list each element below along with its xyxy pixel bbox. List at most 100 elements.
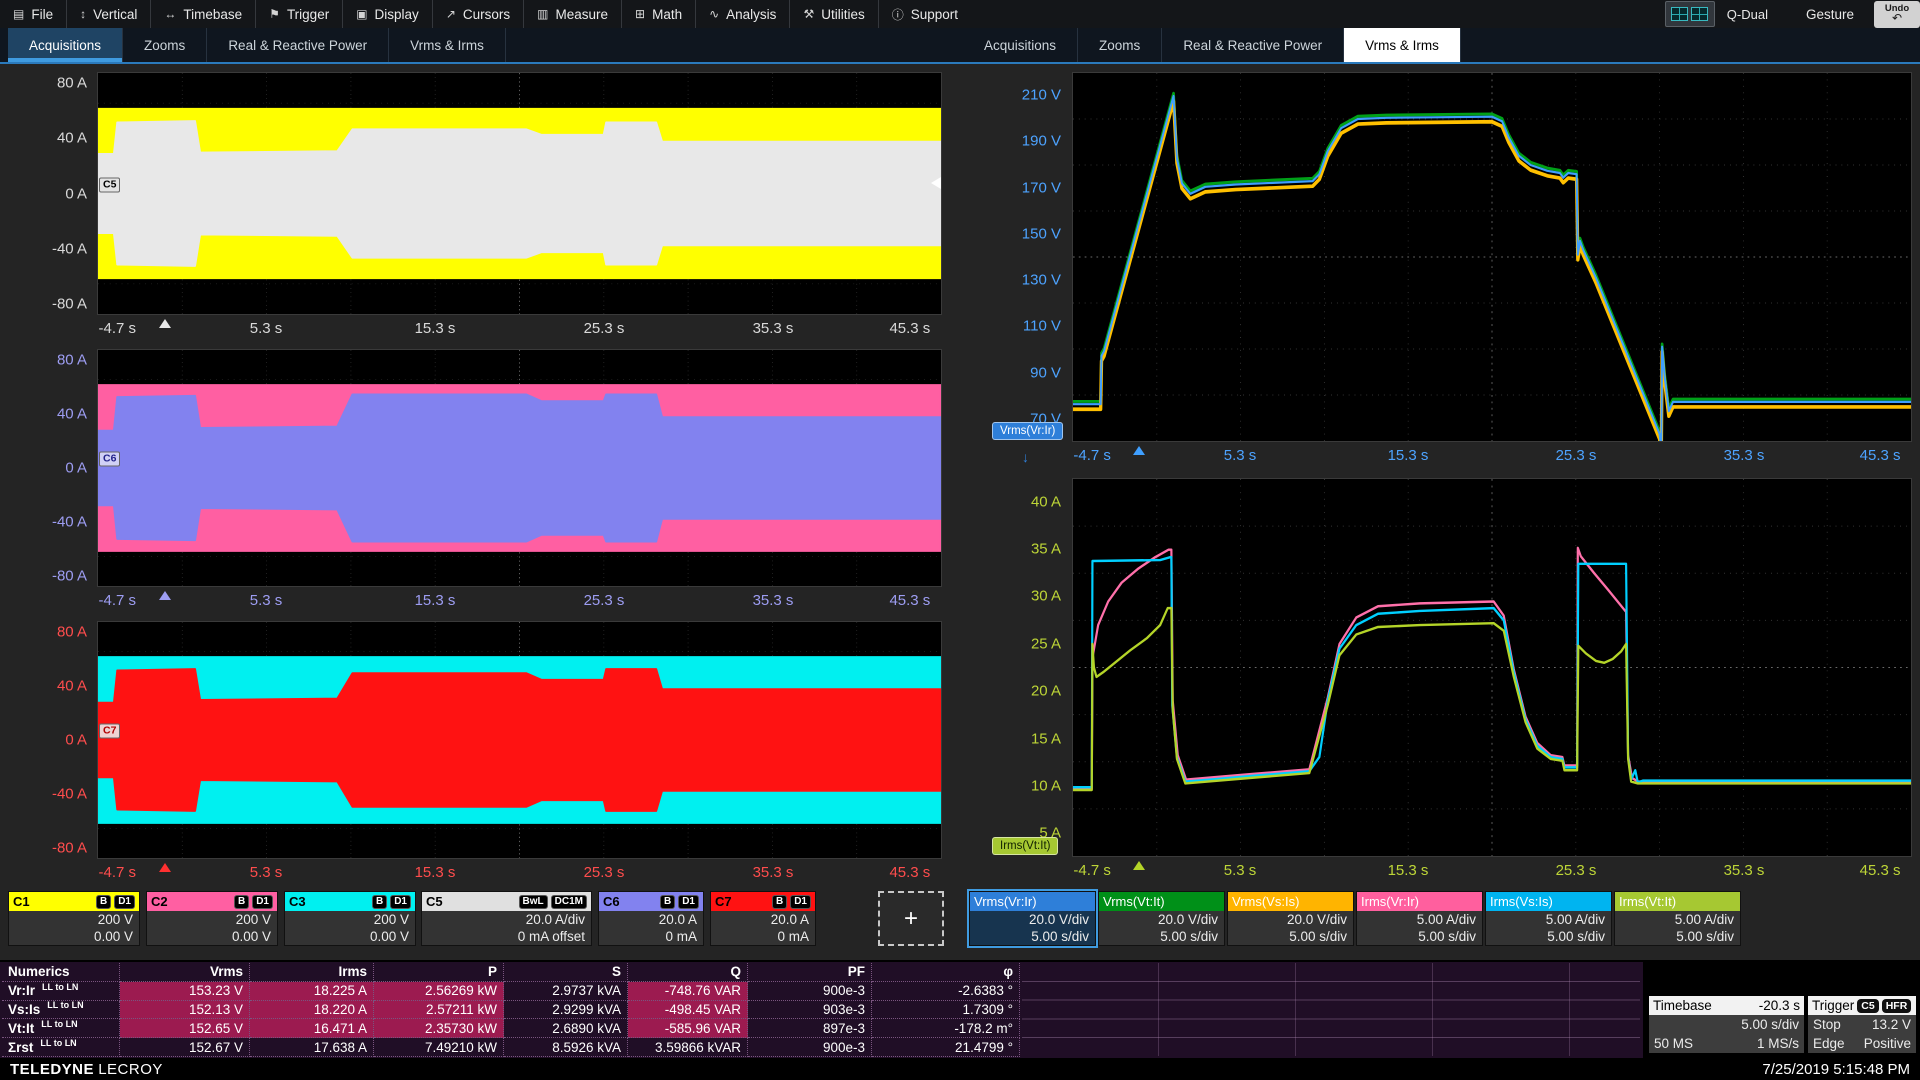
timebase-delay: -20.3 s [1759,998,1800,1013]
left-tab-group: AcquisitionsZoomsReal & Reactive PowerVr… [8,28,506,62]
tab-vrms-irms[interactable]: Vrms & Irms [389,28,506,62]
numerics-empty-columns [1022,963,1640,1056]
menu-item-file[interactable]: ▤File [0,0,66,28]
channel-settings: 20.0 A/div0 mA offset [422,911,591,945]
trigger-position-marker[interactable] [159,863,171,872]
channel-badge: B [772,895,787,909]
channel-descriptor-c3[interactable]: C3BD1200 V0.00 V [284,891,416,946]
channel-badge: B [660,895,675,909]
menu-item-analysis[interactable]: ∿Analysis [695,0,789,28]
waveform-grid[interactable] [1072,72,1912,442]
trace-descriptor-vrms-vt-it-[interactable]: Vrms(Vt:It)20.0 V/div5.00 s/div [1098,891,1225,946]
trigger-box[interactable]: Trigger C5 HFR Stop 13.2 V Edge Positive [1807,995,1917,1054]
channel-badge: B [234,895,249,909]
waveform-grid[interactable]: C5 [97,72,942,315]
x-axis-label: 35.3 s [1724,862,1765,879]
gesture-button[interactable]: Gesture [1806,7,1854,22]
brand-light: LECROY [98,1061,163,1078]
add-trace-button[interactable]: + [878,891,944,946]
menu-item-measure[interactable]: ▥Measure [523,0,621,28]
trace-name: Vrms(Vr:Ir) [974,892,1037,911]
trace-descriptor-irms-vt-it-[interactable]: Irms(Vt:It)5.00 A/div5.00 s/div [1614,891,1741,946]
trigger-position-marker[interactable] [1133,446,1145,455]
x-axis-label: 25.3 s [584,592,625,609]
channel-descriptor-c1[interactable]: C1BD1200 V0.00 V [8,891,140,946]
channel-name: C5 [426,892,443,911]
cursor-arrow-icon: ↗ [446,7,456,21]
channel-descriptor-c5[interactable]: C5BwLDC1M20.0 A/div0 mA offset [421,891,592,946]
trace-descriptor-vrms-vs-is-[interactable]: Vrms(Vs:Is)20.0 V/div5.00 s/div [1227,891,1354,946]
trace-name: Irms(Vr:Ir) [1361,892,1419,911]
channel-descriptor-c7[interactable]: C7BD120.0 A0 mA [710,891,816,946]
chart-c3-c7: 80 A40 A0 A-40 A-80 A C7 -4.7 s5.3 s15.3… [0,613,960,885]
menu-item-cursors[interactable]: ↗Cursors [432,0,523,28]
tab-real-reactive-power[interactable]: Real & Reactive Power [1162,28,1344,62]
numerics-value: 17.638 A [250,1038,374,1057]
tab-real-reactive-power[interactable]: Real & Reactive Power [207,28,389,62]
numerics-value: 21.4799 ° [872,1038,1020,1057]
channel-badge: D1 [678,895,699,909]
menu-item-label: Timebase [183,7,242,22]
menu-item-math[interactable]: ⊞Math [621,0,695,28]
menu-item-support[interactable]: ⓘSupport [878,0,971,28]
y-axis-label: 40 A [1031,493,1061,510]
x-axis-label: 15.3 s [415,320,456,337]
menu-item-label: Trigger [287,7,329,22]
channel-offset: 0 mA offset [428,928,585,945]
tab-zooms[interactable]: Zooms [123,28,207,62]
trace-descriptor-vrms-vr-ir-[interactable]: Vrms(Vr:Ir)20.0 V/div5.00 s/div [969,891,1096,946]
menu-item-timebase[interactable]: ↔Timebase [150,0,255,28]
timebase-box[interactable]: Timebase -20.3 s 5.00 s/div 50 MS 1 MS/s [1648,995,1805,1054]
numerics-value: 1.7309 ° [872,1001,1020,1020]
menu-item-label: Vertical [93,7,137,22]
vertical-arrows-icon: ↕ [80,7,86,21]
undo-button[interactable]: Undo ↶ [1874,1,1920,28]
x-axis-label: 15.3 s [1388,862,1429,879]
grid-layout-button[interactable] [1665,1,1715,27]
timebase-scale: 5.00 s/div [1741,1015,1799,1034]
tab-acquisitions[interactable]: Acquisitions [963,28,1078,62]
trace-horizontal-scale: 5.00 s/div [1492,928,1605,945]
trigger-level-marker[interactable] [931,177,941,189]
channel-zero-tag-c6[interactable]: C6 [99,452,120,467]
x-axis-label: 45.3 s [889,864,930,881]
trace-tag-arrow-icon: ↓ [1022,450,1029,464]
channel-name: C3 [289,892,306,911]
waveform-grid[interactable]: C6 [97,349,942,587]
tab-vrms-irms[interactable]: Vrms & Irms [1344,28,1461,62]
numerics-value: 2.9299 kVA [504,1001,628,1020]
trace-tag[interactable]: Vrms(Vr:Ir) [992,422,1063,440]
channel-badge: DC1M [551,895,587,909]
y-axis: 40 A35 A30 A25 A20 A15 A10 A5 A [960,478,1066,857]
menu-item-utilities[interactable]: ⚒Utilities [789,0,877,28]
waveform-grid[interactable] [1072,478,1912,857]
menu-item-label: Support [911,7,958,22]
trace-tag[interactable]: Irms(Vt:It) [992,837,1058,855]
menu-item-vertical[interactable]: ↕ Vertical [66,0,150,28]
channel-zero-tag-c7[interactable]: C7 [99,724,120,739]
channel-descriptor-c2[interactable]: C2BD1200 V0.00 V [146,891,278,946]
menu-item-trigger[interactable]: ⚑Trigger [255,0,342,28]
channel-descriptor-c6[interactable]: C6BD120.0 A0 mA [598,891,704,946]
trace-descriptor-irms-vr-ir-[interactable]: Irms(Vr:Ir)5.00 A/div5.00 s/div [1356,891,1483,946]
numerics-value: 2.6890 kVA [504,1019,628,1038]
x-axis-label: 35.3 s [753,864,794,881]
channel-zero-tag-c5[interactable]: C5 [99,177,120,192]
trigger-position-marker[interactable] [159,319,171,328]
dual-grid-icon [1671,7,1688,21]
x-axis-label: 35.3 s [753,320,794,337]
trigger-mode: Stop [1813,1015,1841,1034]
grid-mode-label[interactable]: Q-Dual [1727,7,1768,22]
trigger-position-marker[interactable] [1133,861,1145,870]
trigger-position-marker[interactable] [159,591,171,600]
numerics-value: 2.56269 kW [374,982,504,1001]
menu-item-display[interactable]: ▣Display [342,0,432,28]
trace-descriptor-irms-vs-is-[interactable]: Irms(Vs:Is)5.00 A/div5.00 s/div [1485,891,1612,946]
y-axis-label: 40 A [57,130,87,147]
waveform-grid[interactable]: C7 [97,621,942,859]
numerics-value: 897e-3 [748,1019,872,1038]
tab-zooms[interactable]: Zooms [1078,28,1162,62]
numerics-value: -748.76 VAR [628,982,748,1001]
tab-acquisitions[interactable]: Acquisitions [8,28,123,62]
channel-scale: 200 V [15,911,133,928]
